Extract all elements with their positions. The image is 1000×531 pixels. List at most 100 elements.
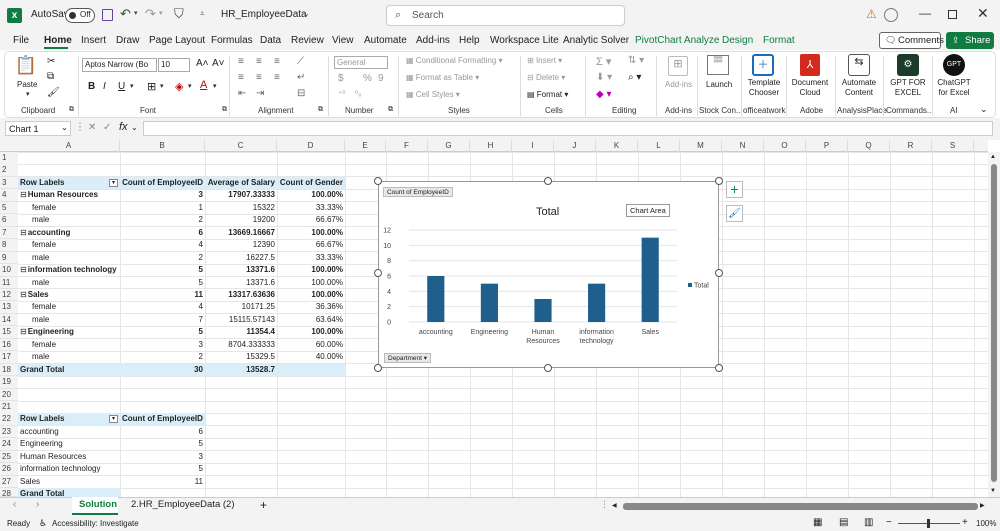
chart-elements-plus-icon[interactable]: + bbox=[726, 181, 743, 198]
pivot-count-cell[interactable]: 4 bbox=[120, 301, 205, 314]
pivot-percent-cell[interactable]: 60.00% bbox=[277, 339, 345, 352]
column-header[interactable]: O bbox=[764, 140, 806, 152]
adobe-icon[interactable]: ⅄ bbox=[800, 54, 820, 76]
increase-font-icon[interactable]: A˄ bbox=[196, 58, 209, 69]
tab-insert[interactable]: Insert bbox=[81, 35, 106, 46]
pivot-percent-cell[interactable]: 100.00% bbox=[277, 289, 345, 302]
font-size-select[interactable]: 10 bbox=[158, 58, 190, 72]
horizontal-scroll-thumb[interactable] bbox=[623, 503, 978, 510]
tab-view[interactable]: View bbox=[332, 35, 354, 46]
delete-cells-button[interactable]: ⊟ Delete ▾ bbox=[527, 73, 565, 82]
tab-review[interactable]: Review bbox=[291, 35, 324, 46]
restore-icon[interactable] bbox=[948, 10, 957, 19]
number-format-select[interactable]: General bbox=[334, 56, 388, 69]
zoom-level[interactable]: 100% bbox=[976, 519, 996, 528]
pivot-row-label[interactable]: female bbox=[18, 339, 120, 352]
find-select-icon[interactable]: ⌕ ▾ bbox=[628, 72, 641, 83]
tab-design[interactable]: Design bbox=[722, 35, 753, 46]
borders-dropdown-icon[interactable]: ▾ bbox=[160, 82, 164, 90]
collapse-icon[interactable]: ⊟ bbox=[20, 228, 27, 237]
pivot-count-cell[interactable]: 7 bbox=[120, 314, 205, 327]
zoom-out-icon[interactable]: − bbox=[886, 517, 892, 528]
borders-icon[interactable]: ⊞ bbox=[147, 80, 156, 93]
pivot2-row-label[interactable]: accounting bbox=[18, 426, 120, 439]
grand-total-count[interactable]: 30 bbox=[120, 363, 205, 377]
resize-handle[interactable] bbox=[715, 177, 723, 185]
pivot-average-cell[interactable]: 11354.4 bbox=[205, 326, 277, 339]
pivot-percent-cell[interactable]: 100.00% bbox=[277, 189, 345, 202]
cell-styles-button[interactable]: ▦ Cell Styles ▾ bbox=[406, 90, 460, 99]
row-header[interactable]: 2 bbox=[0, 164, 18, 177]
alignment-launcher-icon[interactable]: ⧉ bbox=[318, 106, 323, 114]
scroll-down-icon[interactable]: ▼ bbox=[990, 488, 996, 494]
pivot-count-cell[interactable]: 3 bbox=[120, 339, 205, 352]
collapse-icon[interactable]: ⊟ bbox=[20, 290, 27, 299]
page-layout-view-icon[interactable]: ▤ bbox=[839, 517, 848, 528]
chatgpt-for-excel-icon[interactable]: GPT bbox=[943, 54, 965, 76]
pivot-row-label[interactable]: ⊟accounting bbox=[18, 227, 120, 240]
format-cells-button[interactable]: ▤ Format ▾ bbox=[527, 90, 568, 99]
customize-toolbar-icon[interactable]: ⩡ bbox=[200, 9, 205, 19]
row-header[interactable]: 21 bbox=[0, 401, 18, 414]
more-options-icon[interactable]: ⋮ bbox=[75, 122, 85, 133]
paste-label[interactable]: Paste bbox=[17, 80, 37, 89]
pivot2-count-cell[interactable]: 11 bbox=[120, 476, 205, 489]
bold-icon[interactable]: B bbox=[88, 81, 95, 92]
pivot-count-cell[interactable]: 1 bbox=[120, 202, 205, 215]
pivot-average-cell[interactable]: 13371.6 bbox=[205, 264, 277, 277]
pivot2-count-cell[interactable]: 5 bbox=[120, 463, 205, 476]
row-labels-filter-icon[interactable]: ▾ bbox=[109, 415, 118, 424]
cancel-entry-icon[interactable]: ✕ bbox=[88, 122, 96, 133]
row-header[interactable]: 1 bbox=[0, 152, 18, 165]
row-header[interactable]: 7 bbox=[0, 226, 18, 240]
pivot-row-label[interactable]: ⊟Human Resources bbox=[18, 189, 120, 202]
merge-center-icon[interactable]: ⊟ bbox=[297, 88, 305, 99]
align-right-icon[interactable]: ≡ bbox=[274, 72, 280, 83]
save-icon[interactable] bbox=[102, 9, 113, 21]
pivot-row-label[interactable]: female bbox=[18, 239, 120, 252]
pivot-percent-cell[interactable]: 40.00% bbox=[277, 351, 345, 364]
fill-color-dropdown-icon[interactable]: ▾ bbox=[188, 82, 192, 90]
row-header[interactable]: 9 bbox=[0, 251, 18, 265]
tab-format[interactable]: Format bbox=[763, 35, 795, 46]
tab-split-icon[interactable]: ⋮ bbox=[600, 499, 609, 510]
decrease-decimal-icon[interactable]: ⁰₀ bbox=[355, 89, 362, 98]
automate-content-icon[interactable]: ⇆ bbox=[848, 54, 870, 76]
row-header[interactable]: 26 bbox=[0, 463, 18, 476]
fx-dropdown-icon[interactable]: ⌄ bbox=[131, 123, 138, 132]
column-header[interactable]: R bbox=[890, 140, 932, 152]
pivot-percent-cell[interactable]: 66.67% bbox=[277, 239, 345, 252]
undo-dropdown-icon[interactable]: ▾ bbox=[134, 9, 138, 17]
scroll-up-icon[interactable]: ▲ bbox=[990, 154, 996, 160]
pivot-average-cell[interactable]: 19200 bbox=[205, 214, 277, 227]
pivot-percent-cell[interactable]: 100.00% bbox=[277, 326, 345, 339]
row-header[interactable]: 25 bbox=[0, 450, 18, 464]
orientation-icon[interactable]: ⟋ bbox=[297, 56, 304, 67]
pivot-average-cell[interactable]: 15322 bbox=[205, 202, 277, 215]
column-header[interactable]: M bbox=[680, 140, 722, 152]
row-header[interactable]: 27 bbox=[0, 475, 18, 489]
name-box-dropdown-icon[interactable]: ⌄ bbox=[61, 123, 68, 132]
pivot-average-cell[interactable]: 10171.25 bbox=[205, 301, 277, 314]
tab-formulas[interactable]: Formulas bbox=[211, 35, 253, 46]
normal-view-icon[interactable]: ▦ bbox=[813, 517, 822, 528]
accessibility-status[interactable]: Accessibility: Investigate bbox=[52, 519, 139, 528]
pivot-count-cell[interactable]: 5 bbox=[120, 264, 205, 277]
pivot-percent-cell[interactable]: 100.00% bbox=[277, 277, 345, 290]
pivot-average-cell[interactable]: 12390 bbox=[205, 239, 277, 252]
clipboard-launcher-icon[interactable]: ⧉ bbox=[69, 106, 74, 114]
number-launcher-icon[interactable]: ⧉ bbox=[388, 106, 393, 114]
row-header[interactable]: 15 bbox=[0, 326, 18, 339]
accounting-format-icon[interactable]: $ bbox=[338, 73, 344, 84]
row-header[interactable]: 28 bbox=[0, 488, 18, 498]
row-header[interactable]: 12 bbox=[0, 288, 18, 302]
tab-help[interactable]: Help bbox=[459, 35, 480, 46]
tab-data[interactable]: Data bbox=[260, 35, 281, 46]
row-header[interactable]: 16 bbox=[0, 338, 18, 352]
column-header[interactable]: E bbox=[345, 140, 386, 152]
pivot-average-cell[interactable]: 13669.16667 bbox=[205, 227, 277, 240]
comments-button[interactable]: 🗨 Comments bbox=[879, 32, 944, 49]
pivot2-grand-total-label[interactable]: Grand Total bbox=[18, 488, 120, 497]
tab-add-ins[interactable]: Add-ins bbox=[416, 35, 450, 46]
prev-sheet-icon[interactable]: ‹ bbox=[13, 499, 16, 510]
